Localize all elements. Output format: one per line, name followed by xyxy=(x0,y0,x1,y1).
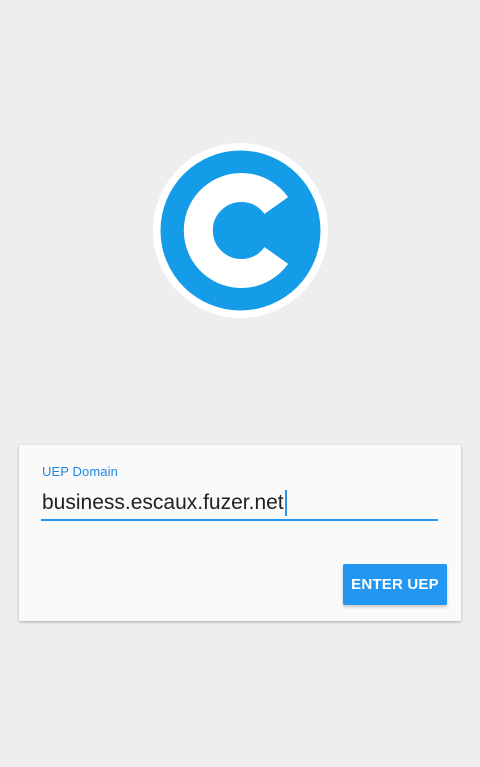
domain-input[interactable]: business.escaux.fuzer.net xyxy=(41,487,438,521)
enter-uep-button[interactable]: ENTER UEP xyxy=(343,564,447,605)
escaux-c-logo-icon xyxy=(153,143,328,318)
domain-input-value[interactable]: business.escaux.fuzer.net xyxy=(42,490,287,516)
domain-field-label: UEP Domain xyxy=(42,464,118,479)
uep-domain-card: UEP Domain business.escaux.fuzer.net ENT… xyxy=(19,445,461,621)
text-cursor xyxy=(284,490,287,516)
app-logo xyxy=(153,143,328,318)
